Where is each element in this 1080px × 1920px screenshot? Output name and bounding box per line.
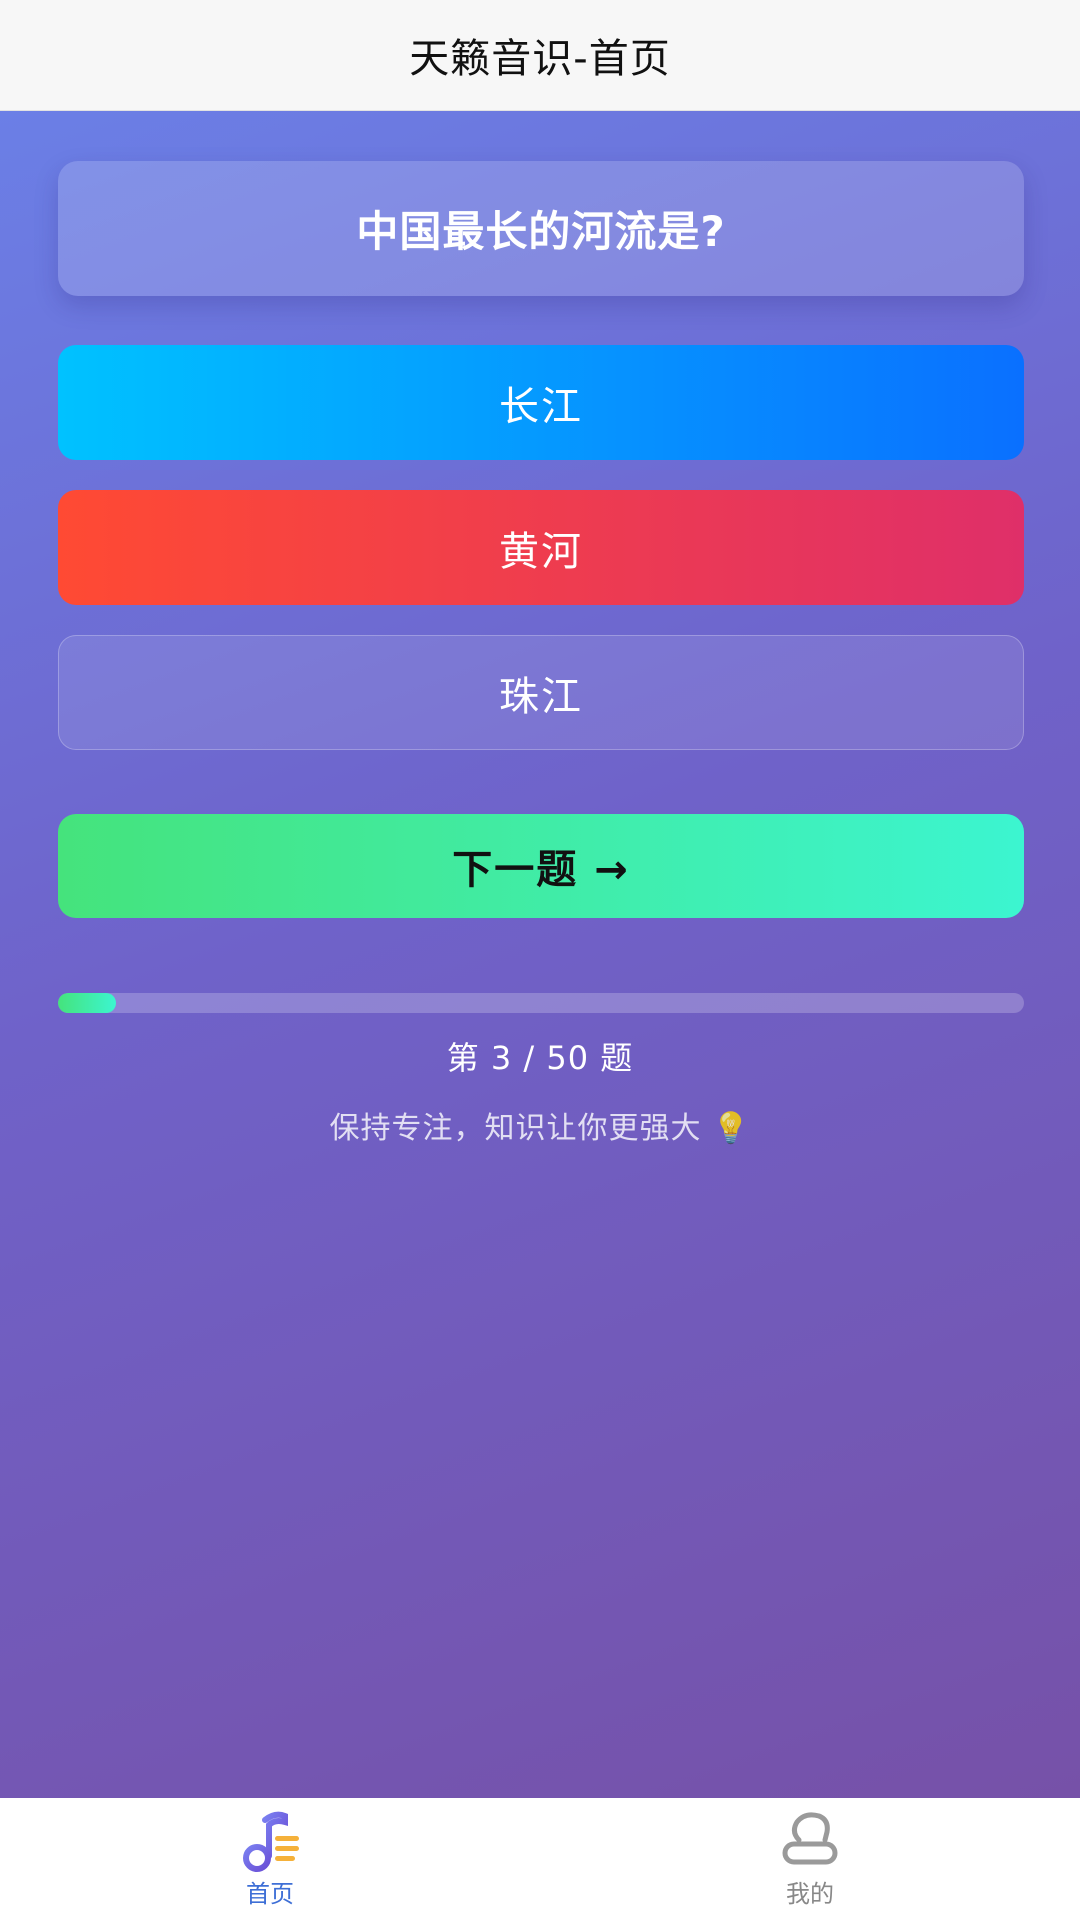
progress-fill <box>58 993 116 1013</box>
progress-bar <box>58 993 1024 1013</box>
tab-mine-label: 我的 <box>786 1879 834 1908</box>
option-button-2[interactable]: 黄河 <box>58 490 1024 605</box>
tab-home[interactable]: 首页 <box>0 1798 540 1920</box>
title-bar: 天籁音识-首页 <box>0 0 1080 111</box>
profile-icon <box>782 1811 838 1864</box>
quiz-area: 中国最长的河流是? 长江 黄河 珠江 下一题 → 第 3 / 50 题 保持专注… <box>0 111 1080 1798</box>
next-question-button[interactable]: 下一题 → <box>58 814 1024 918</box>
motto-text: 保持专注，知识让你更强大 💡 <box>329 1111 751 1146</box>
question-card: 中国最长的河流是? <box>58 161 1024 296</box>
progress-text: 第 3 / 50 题 <box>446 1039 634 1077</box>
tab-home-label: 首页 <box>246 1879 294 1908</box>
tab-mine[interactable]: 我的 <box>540 1798 1080 1920</box>
option-label: 长江 <box>499 383 583 430</box>
next-question-label: 下一题 → <box>452 847 630 893</box>
question-text: 中国最长的河流是? <box>356 207 726 256</box>
option-label: 黄河 <box>499 528 583 575</box>
option-button-3[interactable]: 珠江 <box>58 635 1024 750</box>
option-label: 珠江 <box>499 673 583 720</box>
bottom-tab-bar: 首页 我的 <box>0 1798 1080 1920</box>
music-note-icon <box>243 1811 299 1872</box>
option-button-1[interactable]: 长江 <box>58 345 1024 460</box>
page-title: 天籁音识-首页 <box>409 36 671 82</box>
